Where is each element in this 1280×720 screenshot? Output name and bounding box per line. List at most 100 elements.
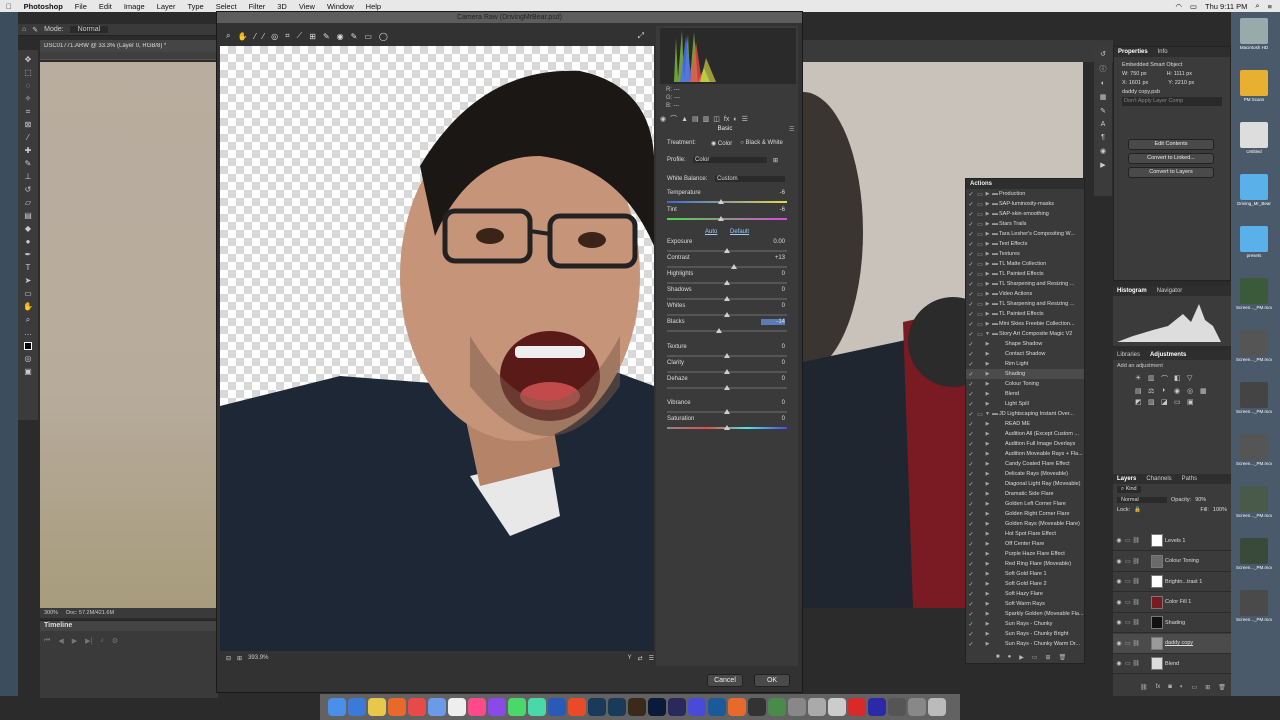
history-icon[interactable]: ↺ [1100,50,1106,58]
action-check-icon[interactable]: ✓ [966,441,976,448]
layer-thumbnail[interactable] [1151,595,1163,609]
action-check-icon[interactable]: ✓ [966,411,976,418]
disclosure-icon[interactable]: ▶ [984,431,991,437]
slider-track-saturation[interactable] [667,425,787,430]
disclosure-icon[interactable]: ▶ [984,541,991,547]
action-item[interactable]: ✓ ▭ ▶ ▬ Stars Trails [966,219,1084,229]
preview-icon[interactable] [828,698,846,716]
menu-file[interactable]: File [69,2,93,11]
eye-icon[interactable]: ◉ [1113,640,1125,647]
action-check-icon[interactable]: ✓ [966,451,976,458]
disclosure-icon[interactable]: ▶ [984,511,991,517]
disclosure-icon[interactable]: ▶ [984,191,991,197]
hand-tool-icon[interactable]: ✋ [237,32,247,41]
action-item[interactable]: ✓ ▶ Shape Shadow [966,339,1084,349]
facetime-icon[interactable] [528,698,546,716]
fullscreen-icon[interactable]: ⤢ [638,31,650,41]
tab-navigator[interactable]: Navigator [1153,286,1187,296]
action-item[interactable]: ✓ ▶ Audition Full Image Overlays [966,439,1084,449]
action-check-icon[interactable]: ✓ [966,551,976,558]
lightroom-icon[interactable] [588,698,606,716]
layer-thumbnail[interactable] [1151,616,1163,629]
lock-icon[interactable]: 🔒 [1134,507,1141,513]
detail-icon[interactable]: ▲ [681,116,688,123]
move-tool-icon[interactable]: ✥ [22,54,34,65]
slider-track-exposure[interactable] [667,248,787,253]
document-canvas-left[interactable] [40,62,218,608]
disclosure-icon[interactable]: ▶ [984,571,991,577]
action-item[interactable]: ✓ ▶ Golden Left Corner Flare [966,499,1084,509]
action-item[interactable]: ✓ ▶ Diagonal Light Ray (Moveable) [966,479,1084,489]
selective-color-icon[interactable]: ▣ [1187,398,1197,406]
basic-tab-icon[interactable]: ◉ [660,115,666,123]
settings-icon[interactable]: ⚙ [112,637,118,645]
menu-select[interactable]: Select [210,2,243,11]
trash-dock-icon[interactable] [928,698,946,716]
slider-value-field[interactable]: 0 [761,287,785,293]
zoom-tool-icon[interactable]: ⌕ [226,31,230,41]
slider-knob[interactable] [718,199,724,204]
action-check-icon[interactable]: ✓ [966,391,976,398]
mail-icon[interactable] [428,698,446,716]
action-item[interactable]: ✓ ▶ Audition All (Except Custom ... [966,429,1084,439]
fill-field[interactable]: 100% [1213,507,1227,513]
dialog-toggle-icon[interactable]: ▭ [976,201,984,208]
menu-3d[interactable]: 3D [271,2,293,11]
lightroom-classic-icon[interactable] [608,698,626,716]
acrobat-icon[interactable] [568,698,586,716]
eraser-icon[interactable]: ▱ [22,197,34,208]
action-item[interactable]: ✓ ▶ Rim Light [966,359,1084,369]
cancel-button[interactable]: Cancel [707,674,743,687]
action-check-icon[interactable]: ✓ [966,611,976,618]
dialog-toggle-icon[interactable]: ▭ [976,281,984,288]
history-brush-icon[interactable]: ↺ [22,184,34,195]
disclosure-icon[interactable]: ▶ [984,321,991,327]
disclosure-icon[interactable]: ▶ [984,341,991,347]
color-icon[interactable]: ◐ [1101,80,1105,87]
desktop-icon[interactable]: Screen..._PM.mov [1236,278,1272,310]
dialog-toggle-icon[interactable]: ▭ [976,261,984,268]
bw-icon[interactable]: ◑ [1161,387,1171,395]
eye-icon[interactable]: ◉ [1113,599,1125,606]
action-item[interactable]: ✓ ▭ ▶ ▬ TL Sharpening and Resizing ... [966,279,1084,289]
next-frame-icon[interactable]: ▶| [85,637,92,645]
path-select-icon[interactable]: ➤ [22,275,34,286]
quick-select-icon[interactable]: ✧ [22,93,34,104]
action-item[interactable]: ✓ ▭ ▶ ▬ Production [966,189,1084,199]
dialog-toggle-icon[interactable]: ▭ [976,331,984,338]
disclosure-icon[interactable]: ▶ [984,201,991,207]
disclosure-icon[interactable]: ▶ [984,551,991,557]
disclosure-icon[interactable]: ▶ [984,251,991,257]
white-balance-tool-icon[interactable]: ⁄ [254,32,255,41]
action-item[interactable]: ✓ ▶ Soft Gold Flare 2 [966,579,1084,589]
spot-removal-icon[interactable]: ✎ [323,32,330,41]
menu-layer[interactable]: Layer [151,2,182,11]
zoom-readout[interactable]: 300% [44,610,58,616]
crop-tool-icon[interactable]: ⌗ [285,31,290,41]
action-check-icon[interactable]: ✓ [966,421,976,428]
disclosure-icon[interactable]: ▶ [984,361,991,367]
group-icon[interactable]: ▭ [1192,684,1198,691]
battery-icon[interactable]: ▭ [1190,2,1197,11]
layer-name[interactable]: Brightn...trast 1 [1165,579,1202,585]
zoom-out-icon[interactable]: ⊟ [226,655,231,662]
new-set-icon[interactable]: ▭ [1032,654,1038,661]
eye-icon[interactable]: ◉ [1113,578,1125,585]
action-check-icon[interactable]: ✓ [966,241,976,248]
action-check-icon[interactable]: ✓ [966,501,976,508]
action-check-icon[interactable]: ✓ [966,371,976,378]
dialog-toggle-icon[interactable]: ▭ [976,301,984,308]
healing-brush-icon[interactable]: ✚ [22,145,34,156]
messages-icon[interactable] [508,698,526,716]
slider-knob[interactable] [715,328,722,333]
disclosure-icon[interactable]: ▶ [984,381,991,387]
notes-icon[interactable] [448,698,466,716]
audio-icon[interactable]: ♪ [100,637,104,645]
eye-icon[interactable]: ◉ [1113,619,1125,626]
safari-icon[interactable] [348,698,366,716]
action-item[interactable]: ✓ ▶ Blend [966,389,1084,399]
slider-value-field[interactable]: 0 [761,271,785,277]
hsl-icon[interactable]: ▤ [692,115,699,123]
action-item[interactable]: ✓ ▶ Hot Spot Flare Effect [966,529,1084,539]
action-check-icon[interactable]: ✓ [966,531,976,538]
